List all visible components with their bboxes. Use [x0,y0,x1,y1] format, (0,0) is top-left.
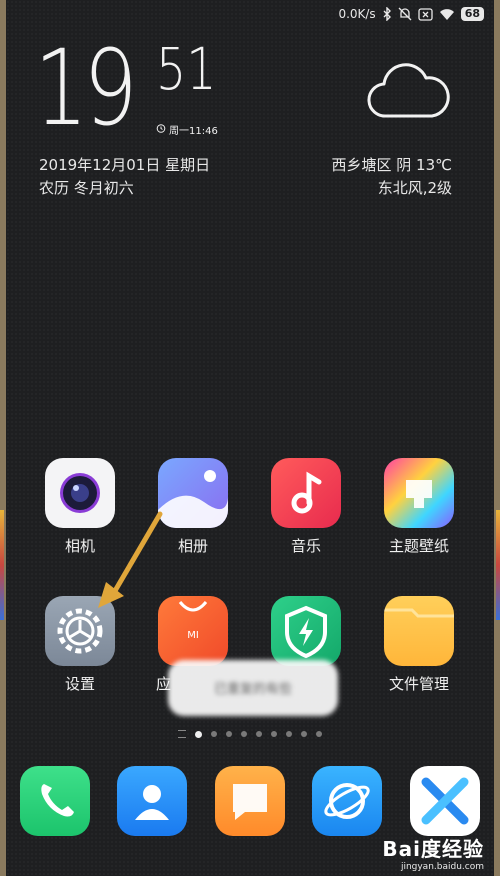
page-dot[interactable] [211,731,217,737]
tutorial-arrow-icon [98,511,163,608]
page-dot[interactable] [195,730,202,738]
page-dot[interactable] [271,731,277,737]
phone-screen: 0.0K/s 68 19 51 周一11:46 2019年12月01日 星期日 … [6,0,494,876]
left-edge-accent [0,510,4,620]
toast-text: 已重复的有些 [213,682,292,697]
page-dot[interactable] [301,731,307,737]
page-menu-icon[interactable] [178,730,186,738]
x-app-icon[interactable] [410,766,480,836]
page-indicator[interactable] [6,730,494,738]
right-edge-accent [496,510,500,620]
watermark-brand: Bai度经验 [382,837,484,861]
page-dot[interactable] [241,731,247,737]
contacts-icon[interactable] [117,766,187,836]
phone-icon[interactable] [20,766,90,836]
watermark-url: jingyan.baidu.com [400,862,484,872]
page-dot[interactable] [316,731,322,737]
browser-icon[interactable] [312,766,382,836]
page-dot[interactable] [226,731,232,737]
page-dot[interactable] [256,731,262,737]
messages-icon[interactable] [215,766,285,836]
toast-notification: 已重复的有些 [168,660,338,716]
watermark: Bai度经验 jingyan.baidu.com [382,833,484,872]
page-dot[interactable] [286,731,292,737]
